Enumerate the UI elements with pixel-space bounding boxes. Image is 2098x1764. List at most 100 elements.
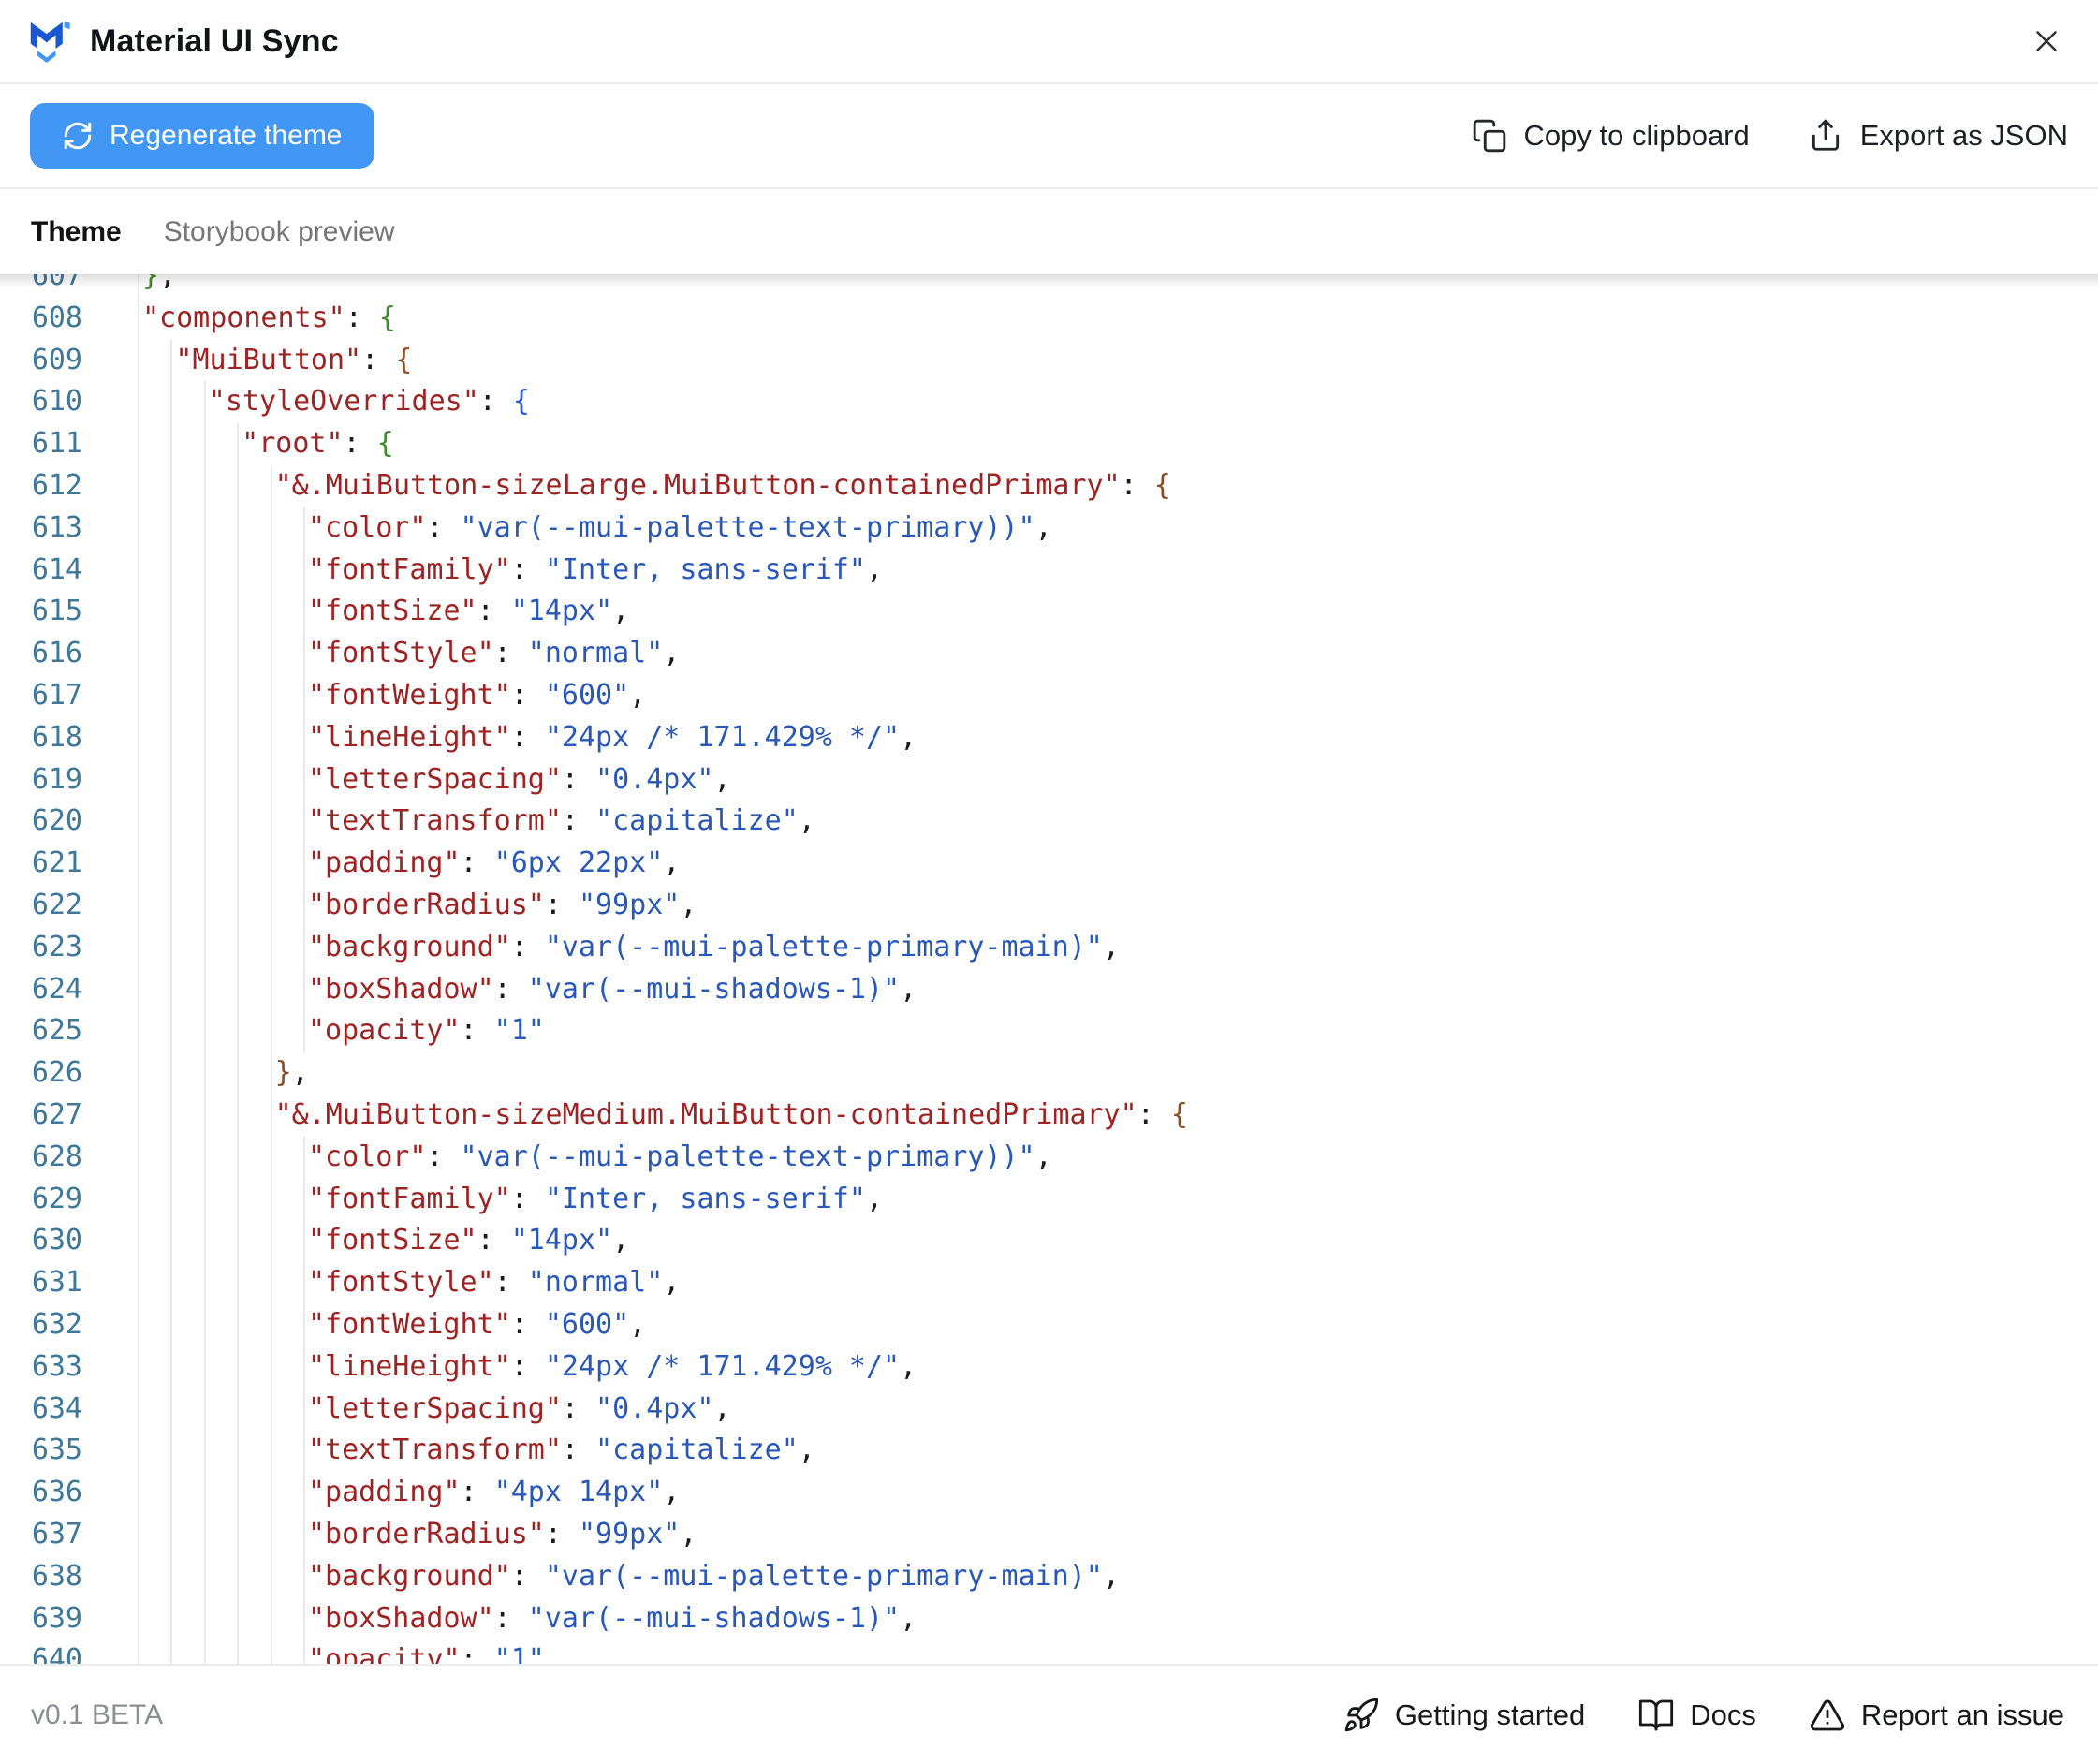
indent-guide (270, 1303, 303, 1346)
copy-to-clipboard-button[interactable]: Copy to clipboard (1472, 118, 1750, 154)
export-as-json-button[interactable]: Export as JSON (1808, 118, 2068, 154)
code-token: : (1137, 1097, 1171, 1131)
code-token: "normal" (527, 1266, 664, 1300)
code-token: , (1034, 510, 1052, 544)
code-line: 624 "boxShadow": "var(--mui-shadows-1)", (0, 968, 2098, 1011)
code-token: "lineHeight" (307, 1349, 511, 1383)
code-token: "6px 22px" (493, 846, 664, 880)
code-token: : (510, 552, 545, 586)
code-line: 629 "fontFamily": "Inter, sans-serif", (0, 1178, 2098, 1221)
indent-guide (203, 1597, 237, 1640)
app-title: Material UI Sync (90, 22, 339, 59)
indent-guide (270, 1639, 303, 1664)
code-token: , (663, 1266, 681, 1300)
toolbar-actions: Copy to clipboard Export as JSON (1472, 118, 2068, 154)
code-token: : (544, 888, 579, 921)
indent-guide (170, 1597, 203, 1640)
line-number: 614 (31, 552, 82, 586)
indent-guide (203, 633, 237, 675)
line-number: 611 (31, 427, 82, 461)
indent-guide (170, 1513, 203, 1556)
code-token: "fontFamily" (307, 1182, 511, 1215)
code-token: , (900, 720, 917, 754)
indent-guide (138, 339, 170, 382)
indent-guide (203, 1513, 237, 1556)
code-token: "fontFamily" (307, 552, 511, 586)
code-token: "fontStyle" (307, 637, 494, 670)
indent-guide (170, 464, 203, 507)
mui-logo-icon (30, 21, 70, 63)
code-line: 636 "padding": "4px 14px", (0, 1472, 2098, 1514)
code-token: { (1153, 468, 1171, 502)
tab-bar: Theme Storybook preview (0, 189, 2098, 274)
indent-guide (237, 926, 270, 969)
indent-guide (270, 1472, 303, 1514)
indent-guide (170, 423, 203, 465)
indent-guide (237, 549, 270, 592)
code-line: 614 "fontFamily": "Inter, sans-serif", (0, 549, 2098, 592)
indent-guide (170, 801, 203, 844)
code-token: "padding" (307, 1476, 461, 1509)
indent-guide (138, 1303, 170, 1346)
code-token: "MuiButton" (175, 343, 362, 376)
tab-storybook-preview[interactable]: Storybook preview (164, 216, 395, 248)
indent-guide (138, 381, 170, 424)
code-line: 627 "&.MuiButton-sizeMedium.MuiButton-con… (0, 1094, 2098, 1137)
report-issue-link[interactable]: Report an issue (1809, 1697, 2064, 1734)
regenerate-theme-button[interactable]: Regenerate theme (30, 103, 374, 169)
code-token: , (900, 1349, 917, 1383)
indent-guide (170, 843, 203, 885)
docs-link[interactable]: Docs (1637, 1697, 1756, 1734)
footer-links: Getting started Docs Report an issue (1342, 1697, 2064, 1734)
indent-guide (170, 1178, 203, 1221)
titlebar: Material UI Sync (0, 0, 2098, 84)
code-token: "boxShadow" (307, 1601, 494, 1635)
code-token: "borderRadius" (307, 1517, 545, 1551)
code-token: "var(--mui-shadows-1)" (527, 972, 901, 1006)
code-token: } (142, 274, 160, 292)
code-line: 635 "textTransform": "capitalize", (0, 1430, 2098, 1473)
line-number: 620 (31, 804, 82, 838)
indent-guide (203, 1555, 237, 1598)
indent-guide (270, 843, 303, 885)
refresh-icon (64, 122, 92, 150)
code-editor[interactable]: 607}, 608 "components": {609 "MuiButton": {… (0, 274, 2098, 1664)
indent-guide (203, 1052, 237, 1095)
indent-guide (237, 591, 270, 634)
code-token: "99px" (578, 888, 681, 921)
line-number: 615 (31, 595, 82, 628)
indent-guide (203, 1136, 237, 1179)
code-token: "background" (307, 930, 511, 963)
indent-guide (138, 464, 170, 507)
code-token: : (510, 720, 545, 754)
code-token: "fontSize" (307, 1224, 477, 1257)
indent-guide (138, 507, 170, 550)
indent-guide (270, 1345, 303, 1389)
tab-theme[interactable]: Theme (31, 216, 122, 248)
close-button[interactable] (2023, 18, 2070, 65)
code-token: : (460, 846, 494, 880)
code-token: "600" (544, 1307, 630, 1341)
getting-started-link[interactable]: Getting started (1342, 1697, 1585, 1734)
indent-guide (170, 674, 203, 717)
line-number: 633 (31, 1349, 82, 1383)
code-token: "textTransform" (307, 1433, 562, 1467)
line-number: 616 (31, 637, 82, 670)
code-line: 607}, (0, 274, 2098, 298)
code-token: : (477, 1224, 511, 1257)
indent-guide (138, 674, 170, 717)
line-number: 622 (31, 888, 82, 921)
indent-guide (270, 549, 303, 592)
line-number: 626 (31, 1056, 82, 1090)
line-number: 636 (31, 1476, 82, 1509)
code-token: : (510, 1182, 545, 1215)
code-line: 621 "padding": "6px 22px", (0, 843, 2098, 885)
indent-guide (138, 1178, 170, 1221)
indent-guide (138, 1430, 170, 1473)
code-token: : (361, 343, 396, 376)
code-token: : (510, 1559, 545, 1593)
indent-guide (138, 968, 170, 1011)
indent-guide (203, 1178, 237, 1221)
indent-guide (138, 1052, 170, 1095)
indent-guide (270, 1555, 303, 1598)
